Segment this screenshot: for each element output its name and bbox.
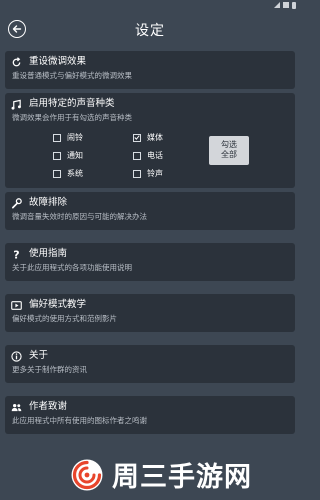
checkbox-box[interactable] bbox=[133, 151, 141, 160]
about-desc: 更多关于制作群的资讯 bbox=[12, 365, 87, 374]
credits-desc: 此应用程式中所有使用的图标作者之鸣谢 bbox=[12, 416, 147, 425]
reset-tuning-desc: 重设普通模式与偏好模式的微调效果 bbox=[12, 71, 132, 80]
question-mark-icon: ? bbox=[11, 249, 22, 260]
watermark-text: 周三手游网 bbox=[112, 462, 252, 493]
user-guide-title: 使用指南 bbox=[29, 248, 68, 259]
page-title: 设定 bbox=[135, 23, 165, 39]
back-button[interactable] bbox=[8, 20, 26, 38]
svg-text:?: ? bbox=[13, 249, 19, 260]
troubleshooting-title: 故障排除 bbox=[29, 197, 68, 208]
troubleshooting-card[interactable]: 故障排除 微调音量失效时的原因与可能的解决办法 bbox=[5, 192, 295, 230]
sound-type-checkboxes: 闹铃 媒体 通知 电话 系统 铃声 bbox=[53, 132, 213, 179]
checkbox-system[interactable]: 系统 bbox=[53, 168, 133, 179]
reset-icon bbox=[11, 56, 22, 68]
credits-title: 作者致谢 bbox=[29, 401, 68, 412]
status-bar bbox=[0, 0, 300, 10]
video-player-icon bbox=[11, 300, 22, 311]
checkbox-alarm[interactable]: 闹铃 bbox=[53, 132, 133, 143]
watermark-logo-icon bbox=[71, 459, 103, 490]
about-card[interactable]: 关于 更多关于制作群的资讯 bbox=[5, 345, 295, 383]
preference-tutorial-card[interactable]: 偏好模式教学 偏好模式的使用方式和范例影片 bbox=[5, 294, 295, 332]
reset-tuning-title: 重设微调效果 bbox=[29, 56, 87, 67]
preference-tutorial-desc: 偏好模式的使用方式和范例影片 bbox=[12, 314, 117, 323]
info-icon bbox=[11, 350, 22, 362]
reset-tuning-card[interactable]: 重设微调效果 重设普通模式与偏好模式的微调效果 bbox=[5, 51, 295, 89]
troubleshooting-desc: 微调音量失效时的原因与可能的解决办法 bbox=[12, 212, 147, 221]
user-guide-card[interactable]: ? 使用指南 关于此应用程式的各项功能使用说明 bbox=[5, 243, 295, 281]
checkbox-box[interactable] bbox=[53, 169, 61, 178]
wifi-icon bbox=[283, 2, 289, 8]
signal-icon bbox=[274, 2, 280, 8]
select-all-button[interactable]: 勾选 全部 bbox=[209, 136, 249, 165]
checkbox-media[interactable]: 媒体 bbox=[133, 132, 213, 143]
checkbox-call[interactable]: 电话 bbox=[133, 150, 213, 161]
checkbox-notification[interactable]: 通知 bbox=[53, 150, 133, 161]
sound-types-card: 启用特定的声音种类 微调效果会作用于有勾选的声音种类 闹铃 媒体 通知 电话 系… bbox=[5, 93, 295, 188]
music-notes-icon bbox=[11, 99, 22, 110]
sound-types-desc: 微调效果会作用于有勾选的声音种类 bbox=[12, 113, 132, 122]
app-header: 设定 bbox=[0, 10, 300, 50]
checkbox-ringtone[interactable]: 铃声 bbox=[133, 168, 213, 179]
checkmark-icon bbox=[134, 135, 140, 140]
checkbox-box[interactable] bbox=[133, 169, 141, 178]
wrench-icon bbox=[11, 197, 22, 209]
checkbox-box[interactable] bbox=[53, 151, 61, 160]
credits-card[interactable]: 作者致谢 此应用程式中所有使用的图标作者之鸣谢 bbox=[5, 396, 295, 434]
about-title: 关于 bbox=[29, 350, 49, 361]
site-watermark: 周三手游网 bbox=[70, 455, 252, 494]
arrow-left-icon bbox=[12, 25, 22, 33]
user-guide-desc: 关于此应用程式的各项功能使用说明 bbox=[12, 263, 132, 272]
battery-icon bbox=[292, 1, 296, 9]
people-icon bbox=[11, 402, 22, 413]
checkbox-box-checked[interactable] bbox=[133, 133, 141, 142]
preference-tutorial-title: 偏好模式教学 bbox=[29, 299, 87, 310]
sound-types-title: 启用特定的声音种类 bbox=[29, 98, 115, 109]
checkbox-box[interactable] bbox=[53, 133, 61, 142]
